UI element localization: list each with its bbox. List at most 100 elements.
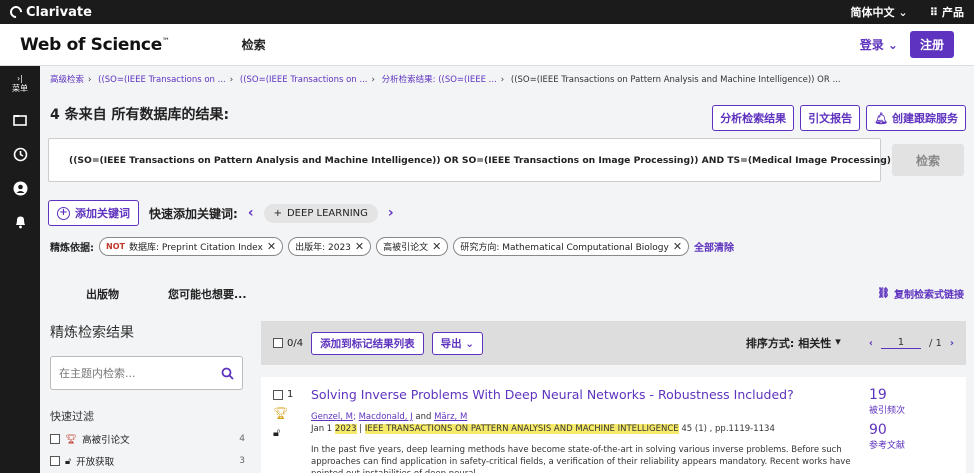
checkbox[interactable] bbox=[273, 338, 283, 348]
register-button[interactable]: 注册 bbox=[909, 31, 954, 58]
history-icon[interactable] bbox=[12, 146, 28, 162]
breadcrumb: 高级检索 › ((SO=(IEEE Transactions on ... › ((… bbox=[50, 75, 841, 85]
search-icon[interactable] bbox=[221, 367, 234, 380]
page-input[interactable]: 1 bbox=[880, 337, 921, 349]
filter-chip[interactable]: 高被引论文 ✕ bbox=[376, 237, 449, 256]
copy-query-link[interactable]: ⛓ 复制检索式链接 bbox=[877, 286, 964, 301]
result-record: 1 🏆︎ 🔓︎ Solving Inverse Problems With De… bbox=[261, 377, 966, 473]
products-menu[interactable]: ⠿ 产品 bbox=[930, 4, 964, 20]
login-link[interactable]: 登录 ⌄ bbox=[860, 36, 898, 53]
results-toolbar: 0/4 添加到标记结果列表 导出 ⌄ 排序方式: 相关性 ▾ ‹ 1 / 1 › bbox=[261, 321, 966, 365]
journal-link[interactable]: IEEE TRANSACTIONS ON PATTERN ANALYSIS AN… bbox=[364, 424, 679, 434]
author-link[interactable]: Macdonald, J bbox=[359, 412, 413, 422]
author-link[interactable]: März, M bbox=[434, 412, 467, 422]
chevron-down-icon: ⌄ bbox=[898, 6, 908, 19]
search-button[interactable]: 检索 bbox=[892, 144, 964, 176]
nav-search-link[interactable]: 检索 bbox=[242, 36, 266, 53]
citation-label: 被引频次 bbox=[869, 406, 906, 416]
close-icon[interactable]: ✕ bbox=[432, 240, 441, 253]
bell-icon: 🔔︎ bbox=[874, 112, 889, 125]
tab-publications[interactable]: 出版物 bbox=[86, 286, 119, 302]
sidebar-menu-toggle[interactable]: ›| 菜单 bbox=[12, 74, 28, 94]
chevron-left-icon[interactable]: ‹ bbox=[248, 205, 254, 221]
quick-filter-item[interactable]: 🔓︎ 开放获取 3 bbox=[50, 454, 245, 468]
sort-dropdown[interactable]: 排序方式: 相关性 ▾ bbox=[746, 335, 841, 351]
query-text: ((SO=(IEEE Transactions on Pattern Analy… bbox=[69, 154, 891, 166]
reference-label: 参考文献 bbox=[869, 441, 906, 451]
chevron-down-icon: ⌄ bbox=[887, 38, 898, 52]
query-input[interactable]: ((SO=(IEEE Transactions on Pattern Analy… bbox=[48, 138, 891, 182]
analyze-results-button[interactable]: 分析检索结果 bbox=[712, 105, 795, 131]
filter-chip[interactable]: 研究方向: Mathematical Computational Biology… bbox=[453, 237, 690, 256]
next-page-icon[interactable]: › bbox=[950, 338, 954, 349]
breadcrumb-item[interactable]: ((SO=(IEEE Transactions on ... bbox=[240, 75, 368, 85]
add-circle-icon: + bbox=[57, 206, 70, 220]
add-keyword-button[interactable]: + 添加关键词 bbox=[48, 200, 139, 226]
open-lock-icon: 🔓︎ bbox=[65, 455, 72, 467]
open-lock-icon: 🔓︎ bbox=[273, 426, 281, 439]
record-authors: Genzel, M; Macdonald, J and März, M bbox=[311, 412, 468, 422]
refine-search-input[interactable]: 在主题内检索... bbox=[50, 356, 243, 390]
citation-report-button[interactable]: 引文报告 bbox=[800, 105, 861, 131]
clarivate-brand[interactable]: Clarivate bbox=[7, 3, 92, 21]
add-to-marked-list-button[interactable]: 添加到标记结果列表 bbox=[311, 331, 424, 355]
breadcrumb-item[interactable]: 分析检索结果: ((SO=(IEEE ... bbox=[382, 75, 497, 85]
main-content: 高级检索 › ((SO=(IEEE Transactions on ... › ((… bbox=[40, 66, 974, 473]
keyword-chip[interactable]: + DEEP LEARNING bbox=[263, 203, 378, 223]
brand-name: Clarivate bbox=[26, 4, 92, 20]
tabs-row: 出版物 您可能也想要... ⛓ 复制检索式链接 bbox=[40, 276, 974, 306]
language-selector[interactable]: 简体中文 ⌄ bbox=[851, 4, 908, 20]
clarivate-logo-icon bbox=[7, 3, 25, 21]
trophy-icon: 🏆︎ bbox=[273, 406, 289, 420]
breadcrumb-current: ((SO=(IEEE Transactions on Pattern Analy… bbox=[510, 75, 841, 85]
record-source: Jan 1 2023 | IEEE TRANSACTIONS ON PATTER… bbox=[311, 424, 775, 434]
checkbox[interactable] bbox=[50, 434, 60, 444]
create-alert-button[interactable]: 🔔︎ 创建跟踪服务 bbox=[866, 105, 966, 131]
plus-icon: + bbox=[273, 207, 282, 219]
record-metrics: 19 被引频次 90 参考文献 bbox=[869, 387, 905, 457]
bell-icon[interactable] bbox=[12, 214, 28, 230]
record-abstract: In the past five years, deep learning me… bbox=[311, 445, 851, 473]
quick-add-label: 快速添加关键词: bbox=[149, 206, 238, 221]
left-sidebar: ›| 菜单 bbox=[0, 66, 40, 473]
link-icon: ⛓ bbox=[877, 288, 890, 299]
quick-filter-title: 快速过滤 bbox=[50, 410, 94, 423]
filter-chip[interactable]: NOT 数据库: Preprint Citation Index ✕ bbox=[99, 237, 284, 256]
citation-count[interactable]: 19 bbox=[869, 387, 905, 403]
select-all[interactable]: 0/4 bbox=[273, 338, 303, 349]
trophy-icon: 🏆︎ bbox=[65, 433, 78, 445]
page-title: 4 条来自 所有数据库的结果: bbox=[50, 107, 230, 123]
close-icon[interactable]: ✕ bbox=[355, 240, 364, 253]
top-bar: Clarivate 简体中文 ⌄ ⠿ 产品 bbox=[0, 0, 974, 24]
clear-all-link[interactable]: 全部清除 bbox=[694, 239, 734, 254]
expand-icon: ›| bbox=[17, 74, 23, 83]
chevron-down-icon: ⌄ bbox=[465, 337, 475, 350]
close-icon[interactable]: ✕ bbox=[267, 240, 276, 253]
caret-down-icon: ▾ bbox=[835, 335, 841, 348]
record-title[interactable]: Solving Inverse Problems With Deep Neura… bbox=[311, 387, 856, 402]
grid-icon: ⠿ bbox=[929, 6, 939, 19]
folder-icon[interactable] bbox=[12, 112, 28, 128]
results-panel: 0/4 添加到标记结果列表 导出 ⌄ 排序方式: 相关性 ▾ ‹ 1 / 1 › 1… bbox=[261, 321, 966, 473]
wos-logo[interactable]: Web of Science™ bbox=[20, 35, 170, 55]
quick-filter-item[interactable]: 🏆︎ 高被引论文 4 bbox=[50, 432, 245, 446]
checkbox[interactable] bbox=[273, 389, 283, 400]
filter-chip[interactable]: 出版年: 2023 ✕ bbox=[288, 237, 372, 256]
export-button[interactable]: 导出 ⌄ bbox=[431, 331, 484, 355]
user-icon[interactable] bbox=[12, 180, 28, 196]
pagination: ‹ 1 / 1 › bbox=[868, 337, 954, 349]
checkbox[interactable] bbox=[50, 456, 60, 466]
breadcrumb-item[interactable]: 高级检索 bbox=[50, 75, 84, 85]
refine-label: 精炼依据: bbox=[50, 243, 94, 254]
app-header: Web of Science™ 检索 登录 ⌄ 注册 bbox=[0, 24, 974, 66]
chevron-right-icon[interactable]: › bbox=[388, 205, 394, 221]
author-link[interactable]: Genzel, M bbox=[311, 412, 353, 422]
close-icon[interactable]: ✕ bbox=[673, 240, 682, 253]
tab-you-may-like[interactable]: 您可能也想要... bbox=[168, 286, 247, 302]
refine-panel-title: 精炼检索结果 bbox=[50, 325, 134, 341]
reference-count[interactable]: 90 bbox=[869, 422, 905, 438]
refine-panel: 精炼检索结果 在主题内检索... 快速过滤 🏆︎ 高被引论文 4 🔓︎ 开放获取… bbox=[50, 322, 245, 468]
prev-page-icon[interactable]: ‹ bbox=[869, 338, 873, 349]
breadcrumb-item[interactable]: ((SO=(IEEE Transactions on ... bbox=[98, 75, 226, 85]
record-select[interactable]: 1 bbox=[273, 389, 293, 400]
